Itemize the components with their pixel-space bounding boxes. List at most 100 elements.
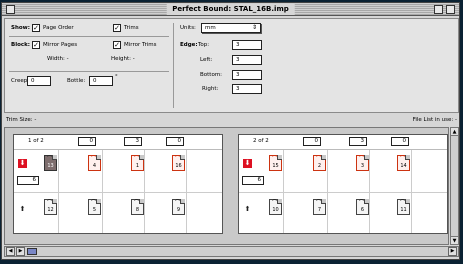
scroll-right-arrow-icon[interactable]: ▶	[16, 247, 25, 256]
page-curl-icon: ⌒	[134, 156, 140, 162]
sheet-offset-input[interactable]: 0	[391, 137, 409, 146]
page-curl-icon: ⌒	[359, 156, 365, 162]
page-curl-icon: ⌒	[400, 200, 406, 206]
edge-right-label: Right:	[202, 86, 219, 92]
page-thumbnail[interactable]: ⌒ 15	[269, 155, 282, 171]
creep-input[interactable]: 0	[27, 76, 51, 86]
bottle-input[interactable]: 0	[89, 76, 113, 86]
page-thumbnail[interactable]: ⌒ 11	[397, 199, 410, 215]
page-curl-icon: ⌒	[400, 156, 406, 162]
row-guide	[239, 192, 447, 193]
page-number: 12	[47, 207, 54, 213]
divider	[9, 36, 169, 37]
block-width-readout: Width: -	[47, 56, 69, 62]
close-box-button[interactable]	[6, 5, 15, 14]
page-number: 8	[135, 207, 140, 213]
row-gap-input[interactable]: 6	[242, 176, 264, 185]
edge-bottom-input[interactable]: 3	[232, 70, 262, 80]
sheet-offset-input[interactable]: 0	[78, 137, 96, 146]
scroll-down-arrow-icon[interactable]: ▼	[451, 236, 458, 244]
edge-bottom-label: Bottom:	[200, 72, 223, 78]
page-curl-icon: ⌒	[272, 156, 278, 162]
page-thumbnail[interactable]: ⌒ 3	[356, 155, 369, 171]
info-strip: Trim Size: - File List in use: -	[4, 116, 459, 125]
degree-unit-label: °	[115, 74, 118, 80]
page-thumbnail[interactable]: ⌒ 9	[172, 199, 185, 215]
vertical-scrollbar[interactable]: ▲ ▼	[450, 127, 459, 245]
edge-left-input[interactable]: 3	[232, 55, 262, 65]
title-bar[interactable]: Perfect Bound: STAL_16B.imp	[2, 3, 459, 16]
sheet-offset-input[interactable]: 3	[124, 137, 142, 146]
page-number: 13	[47, 163, 54, 169]
page-thumbnail[interactable]: ⌒ 13	[44, 155, 57, 171]
flip-up-arrow-icon[interactable]: ⬆	[243, 205, 252, 214]
page-curl-icon: ⌒	[91, 200, 97, 206]
page-number: 4	[92, 163, 97, 169]
page-number: 16	[175, 163, 182, 169]
scroll-up-arrow-icon[interactable]: ▲	[451, 128, 458, 136]
trims-checkbox[interactable]: ✓	[113, 24, 121, 32]
sheet-offset-input[interactable]: 0	[303, 137, 321, 146]
page-thumbnail[interactable]: ⌒ 1	[131, 155, 144, 171]
trims-label: Trims	[124, 25, 139, 31]
block-label: Block:	[11, 42, 30, 48]
page-thumbnail[interactable]: ⌒ 12	[44, 199, 57, 215]
scroll-left-arrow-icon[interactable]: ◀	[6, 247, 15, 256]
page-number: 11	[400, 207, 407, 213]
show-label: Show:	[11, 25, 30, 31]
page-number: 3	[360, 163, 365, 169]
page-number: 7	[317, 207, 322, 213]
page-thumbnail[interactable]: ⌒ 8	[131, 199, 144, 215]
page-thumbnail[interactable]: ⌒ 6	[356, 199, 369, 215]
sheet-1: 1 of 2 0 3 0 ⬇ ⬆ 6 ⌒ 13 ⌒ 4 ⌒ 1 ⌒ 16 ⌒ 12 ⌒ 5 ⌒ 8 ⌒ 9	[13, 134, 223, 234]
sheet-label: 2 of 2	[253, 138, 269, 144]
scroll-right-end-arrow-icon[interactable]: ▶	[448, 247, 457, 256]
units-label: Units:	[180, 25, 196, 31]
flip-up-arrow-icon[interactable]: ⬆	[18, 205, 27, 214]
sheet-header: 2 of 2 0 3 0	[239, 135, 447, 150]
window-title: Perfect Bound: STAL_16B.imp	[166, 4, 295, 15]
mirror-pages-checkbox[interactable]: ✓	[32, 41, 40, 49]
trim-size-readout: Trim Size: -	[6, 117, 37, 123]
edge-right-input[interactable]: 3	[232, 84, 262, 94]
row-gap-input[interactable]: 6	[17, 176, 39, 185]
mirror-trims-checkbox[interactable]: ✓	[113, 41, 121, 49]
page-curl-icon: ⌒	[134, 200, 140, 206]
page-order-label: Page Order	[43, 25, 74, 31]
popup-arrow-icon: ⇕	[251, 24, 257, 31]
page-curl-icon: ⌒	[272, 200, 278, 206]
scroll-thumb[interactable]	[27, 248, 37, 255]
mirror-pages-label: Mirror Pages	[43, 42, 78, 48]
page-curl-icon: ⌒	[359, 200, 365, 206]
perfect-bound-window: Perfect Bound: STAL_16B.imp Show: ✓ Page…	[1, 2, 460, 260]
page-thumbnail[interactable]: ⌒ 10	[269, 199, 282, 215]
flip-down-arrow-icon[interactable]: ⬇	[18, 159, 27, 168]
flip-down-arrow-icon[interactable]: ⬇	[243, 159, 252, 168]
sheet-label: 1 of 2	[28, 138, 44, 144]
page-curl-icon: ⌒	[91, 156, 97, 162]
units-popup[interactable]: mm ⇕	[201, 23, 261, 33]
sheet-offset-input[interactable]: 3	[349, 137, 367, 146]
page-thumbnail[interactable]: ⌒ 7	[313, 199, 326, 215]
page-number: 1	[135, 163, 140, 169]
zoom-box-button[interactable]	[434, 5, 443, 14]
page-thumbnail[interactable]: ⌒ 16	[172, 155, 185, 171]
page-thumbnail[interactable]: ⌒ 4	[88, 155, 101, 171]
horizontal-scrollbar[interactable]: ◀ ▶ ▶	[4, 246, 459, 257]
edge-top-input[interactable]: 3	[232, 40, 262, 50]
page-thumbnail[interactable]: ⌒ 2	[313, 155, 326, 171]
page-curl-icon: ⌒	[47, 200, 53, 206]
collapse-box-button[interactable]	[446, 5, 455, 14]
page-number: 6	[360, 207, 365, 213]
block-height-readout: Height: -	[111, 56, 135, 62]
page-number: 5	[92, 207, 97, 213]
page-thumbnail[interactable]: ⌒ 14	[397, 155, 410, 171]
column-divider	[173, 23, 174, 108]
file-list-status: File List in use: -	[412, 117, 457, 123]
page-number: 10	[272, 207, 279, 213]
page-thumbnail[interactable]: ⌒ 5	[88, 199, 101, 215]
page-curl-icon: ⌒	[316, 156, 322, 162]
sheet-offset-input[interactable]: 0	[166, 137, 184, 146]
page-curl-icon: ⌒	[175, 156, 181, 162]
page-order-checkbox[interactable]: ✓	[32, 24, 40, 32]
